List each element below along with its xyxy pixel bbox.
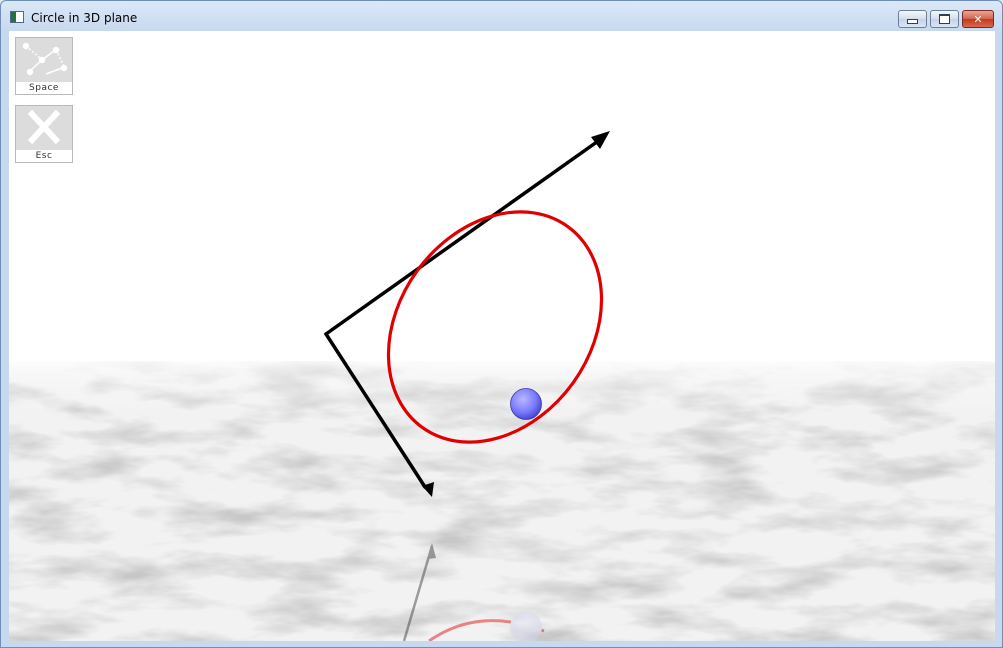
app-icon — [10, 11, 24, 23]
moving-ball — [510, 388, 542, 420]
space-button[interactable]: Space — [15, 37, 73, 95]
minimize-icon — [907, 19, 918, 24]
marble-floor — [9, 357, 995, 641]
close-icon: ✕ — [973, 12, 983, 26]
window-title: Circle in 3D plane — [31, 11, 138, 25]
esc-button[interactable]: Esc — [15, 105, 73, 163]
3d-viewport[interactable]: Space Esc — [9, 31, 995, 641]
network-icon — [22, 42, 68, 76]
maximize-icon — [939, 14, 950, 24]
maximize-button[interactable] — [930, 10, 959, 28]
close-x-icon — [27, 109, 61, 145]
close-button[interactable]: ✕ — [962, 10, 994, 28]
app-window: Circle in 3D plane ✕ Space Esc — [0, 0, 1003, 648]
space-button-label: Space — [16, 82, 72, 94]
scene-canvas[interactable] — [9, 31, 995, 641]
esc-button-label: Esc — [16, 150, 72, 162]
title-bar[interactable]: Circle in 3D plane ✕ — [1, 1, 1002, 31]
sky-background — [9, 31, 995, 361]
minimize-button[interactable] — [898, 10, 927, 28]
